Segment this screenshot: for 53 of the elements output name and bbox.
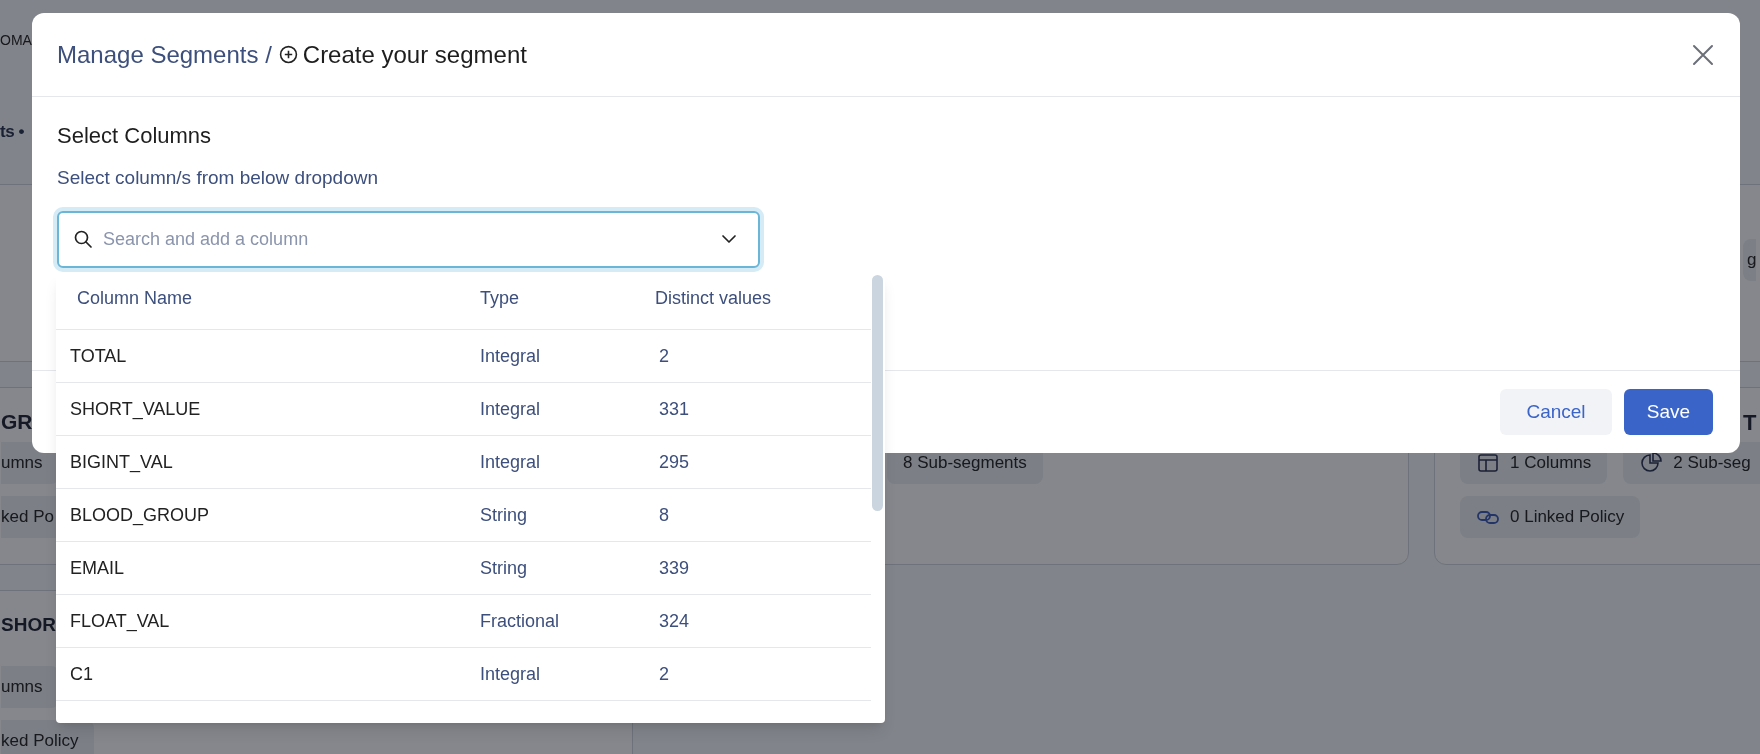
dropdown-row[interactable]: SHORT_VALUE Integral 331 [56,383,871,436]
section-title: Select Columns [57,122,213,150]
cancel-button[interactable]: Cancel [1500,389,1612,435]
dialog-title: Create your segment [302,39,527,70]
dropdown-row[interactable]: BLOOD_GROUP String 8 [56,489,871,542]
card-title: SHOR [1,612,56,637]
column-type: Integral [480,662,542,686]
column-type: Integral [480,397,542,421]
info-chip: umns [1,666,59,708]
section-subtitle: Select column/s from below dropdown [57,166,380,190]
distinct-count: 295 [658,450,691,474]
info-chip: ked Policy [1,720,95,754]
column-header: Column Name [77,287,193,308]
search-field[interactable]: Search and add a column [57,210,760,268]
distinct-count: 339 [658,556,691,580]
distinct-count: 2 [658,344,670,368]
dropdown-row[interactable]: BIGINT_VAL Integral 295 [56,436,871,489]
column-name: BIGINT_VAL [69,450,174,475]
column-name: EMAIL [69,556,126,580]
table-icon [1476,451,1500,475]
header-text: OMA [0,30,32,50]
distinct-count: 2 [658,662,670,686]
dropdown-row[interactable]: C1 Integral 2 [56,648,871,701]
column-name: TOTAL [69,344,128,368]
column-name: SHORT_VALUE [69,397,202,422]
breadcrumb-link[interactable]: Manage Segments / [57,36,272,73]
card-title: GR [1,409,33,436]
info-chip: g [1743,239,1757,281]
search-icon [73,228,93,249]
dropdown-row[interactable]: TOTAL Integral 2 [56,330,871,383]
column-type: Integral [480,344,542,368]
column-type: String [480,503,529,527]
column-header: Distinct values [655,287,772,308]
info-chip: 0 Linked Policy [1460,496,1641,538]
distinct-count: 324 [658,609,691,633]
scrollbar-thumb[interactable] [872,275,883,511]
column-type: String [480,556,529,580]
dropdown-row[interactable]: EMAIL String 339 [56,542,871,595]
save-button[interactable]: Save [1624,389,1713,435]
column-name: FLOAT_VAL [69,609,171,634]
column-type: Integral [480,450,542,474]
close-button[interactable] [1691,42,1715,67]
pie-chart-icon [1639,451,1664,475]
plus-circle-icon [278,45,298,64]
column-name: C1 [69,662,94,686]
column-header: Type [480,287,520,308]
column-name: BLOOD_GROUP [69,503,211,528]
dropdown-row[interactable]: FLOAT_VAL Fractional 324 [56,595,871,648]
tab-label[interactable]: ts • [0,119,25,145]
distinct-count: 8 [658,503,670,527]
distinct-count: 331 [658,397,691,421]
card-title: T [1743,408,1757,437]
column-type: Fractional [480,609,561,633]
